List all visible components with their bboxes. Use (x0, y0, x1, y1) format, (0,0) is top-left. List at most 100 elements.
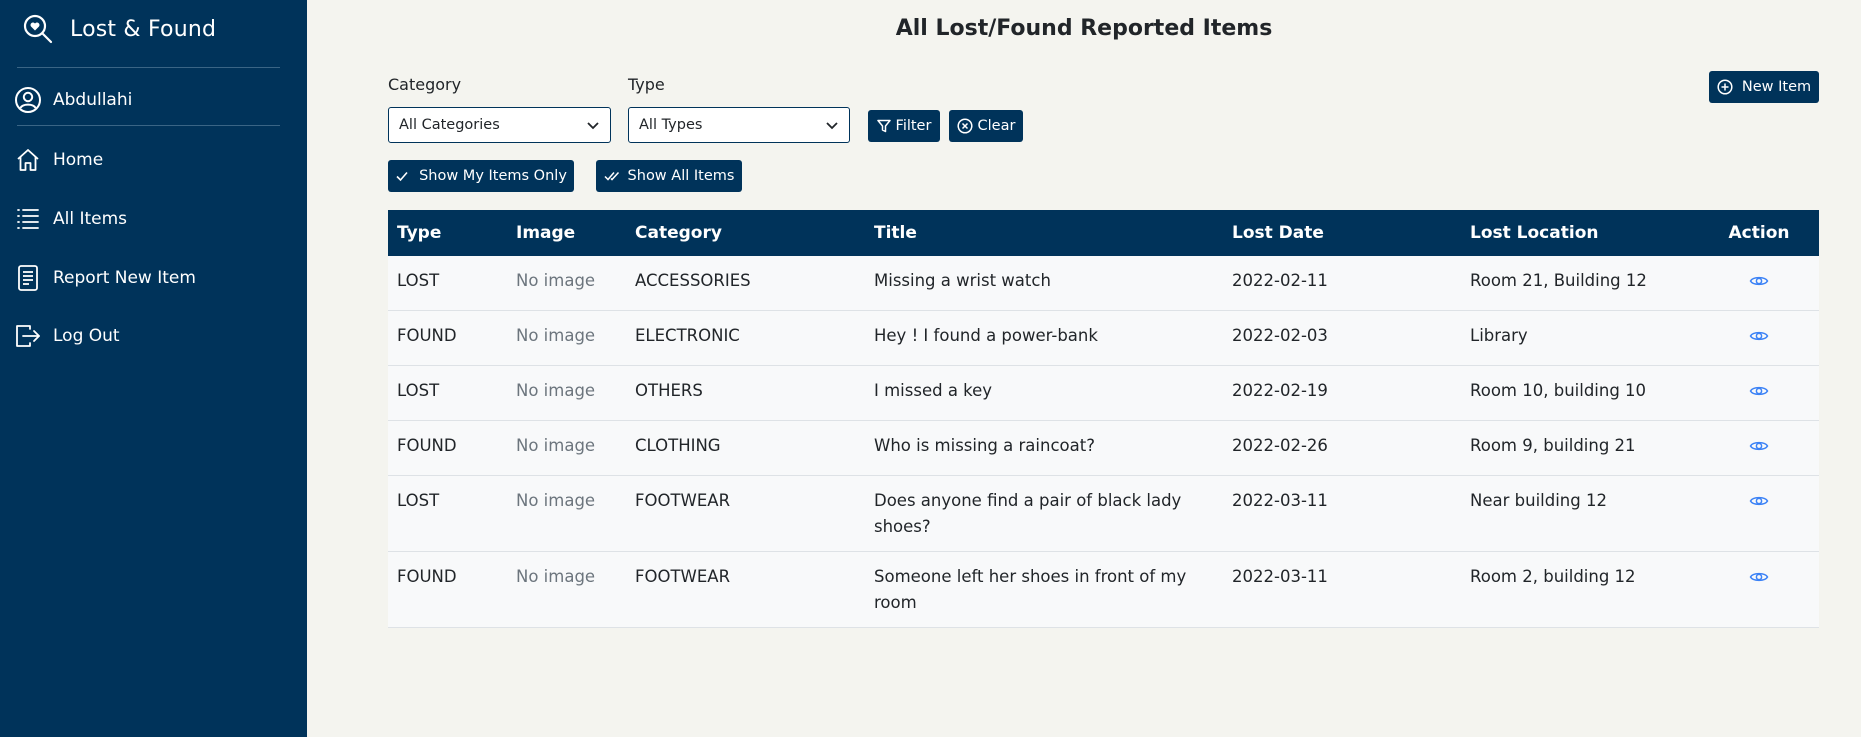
filter-button-label: Filter (895, 118, 932, 134)
sidebar-item-label: Home (53, 150, 104, 170)
cell-action (1699, 311, 1819, 366)
page-title: All Lost/Found Reported Items (895, 16, 1273, 41)
cell-action (1699, 421, 1819, 476)
cell-category: ACCESSORIES (635, 271, 751, 290)
sidebar-item-label: All Items (53, 209, 128, 229)
new-item-button-label: New Item (1741, 79, 1812, 95)
column-header-category: Category (635, 223, 722, 243)
cell-lost-date: 2022-02-03 (1232, 326, 1328, 345)
app-title: Lost & Found (70, 16, 217, 42)
cell-title: Someone left her shoes in front of my ro… (874, 567, 1187, 612)
list-icon (14, 205, 42, 233)
sidebar-item-label: Log Out (53, 326, 120, 346)
clear-button[interactable]: Clear (949, 110, 1023, 142)
sidebar-user[interactable]: Abdullahi (14, 84, 132, 116)
cell-type: LOST (397, 491, 440, 510)
cell-lost-date: 2022-03-11 (1232, 567, 1328, 586)
cell-action (1699, 476, 1819, 552)
check-icon (396, 171, 408, 182)
cell-category: FOOTWEAR (635, 491, 731, 510)
table-row: LOST No image OTHERS I missed a key 2022… (388, 365, 1819, 421)
clear-button-label: Clear (977, 118, 1016, 134)
cell-lost-location: Library (1470, 326, 1528, 345)
cell-type: FOUND (397, 436, 457, 455)
sidebar-item-all-items[interactable]: All Items (14, 203, 127, 235)
view-eye-icon[interactable] (1749, 381, 1769, 401)
column-header-lost-date: Lost Date (1232, 223, 1324, 243)
view-eye-icon[interactable] (1749, 567, 1769, 587)
view-eye-icon[interactable] (1749, 436, 1769, 456)
user-circle-icon (14, 86, 42, 114)
view-eye-icon[interactable] (1749, 491, 1769, 511)
home-icon (14, 146, 42, 174)
cell-lost-date: 2022-02-19 (1232, 381, 1328, 400)
user-name: Abdullahi (53, 90, 133, 110)
search-heart-icon (23, 14, 53, 44)
sidebar-divider (17, 125, 280, 126)
column-header-title: Title (874, 223, 917, 243)
close-circle-icon (956, 118, 973, 134)
type-label: Type (628, 75, 665, 94)
column-header-image: Image (516, 223, 576, 243)
filter-button[interactable]: Filter (868, 110, 940, 142)
cell-category: ELECTRONIC (635, 326, 740, 345)
cell-type: FOUND (397, 567, 457, 586)
items-table: Type Image Category Title Lost Date Lost… (388, 210, 1819, 628)
cell-image: No image (516, 326, 596, 345)
sidebar-item-label: Report New Item (53, 268, 196, 288)
document-icon (14, 264, 42, 292)
cell-type: FOUND (397, 326, 457, 345)
cell-lost-location: Room 10, building 10 (1470, 381, 1647, 400)
cell-title: Hey ! I found a power-bank (874, 326, 1098, 345)
type-select-value: All Types (639, 117, 703, 133)
show-all-items-label: Show All Items (627, 168, 735, 184)
sidebar-item-home[interactable]: Home (14, 144, 103, 176)
cell-lost-location: Room 2, building 12 (1470, 567, 1636, 586)
cell-lost-location: Room 21, Building 12 (1470, 271, 1647, 290)
cell-lost-location: Room 9, building 21 (1470, 436, 1636, 455)
cell-action (1699, 256, 1819, 311)
cell-lost-date: 2022-02-26 (1232, 436, 1328, 455)
view-eye-icon[interactable] (1749, 326, 1769, 346)
sidebar-divider (17, 67, 280, 68)
cell-title: Who is missing a raincoat? (874, 436, 1095, 455)
table-header-row: Type Image Category Title Lost Date Lost… (388, 210, 1819, 256)
cell-lost-date: 2022-03-11 (1232, 491, 1328, 510)
cell-category: FOOTWEAR (635, 567, 731, 586)
cell-image: No image (516, 436, 596, 455)
cell-action (1699, 552, 1819, 628)
table-row: FOUND No image CLOTHING Who is missing a… (388, 420, 1819, 476)
new-item-button[interactable]: New Item (1709, 71, 1819, 103)
category-label: Category (388, 75, 462, 94)
cell-title: Missing a wrist watch (874, 271, 1051, 290)
show-all-items-button[interactable]: Show All Items (596, 160, 742, 192)
cell-title: Does anyone find a pair of black lady sh… (874, 491, 1182, 536)
cell-image: No image (516, 491, 596, 510)
cell-type: LOST (397, 271, 440, 290)
cell-lost-date: 2022-02-11 (1232, 271, 1328, 290)
plus-circle-icon (1717, 79, 1733, 95)
cell-title: I missed a key (874, 381, 993, 400)
funnel-icon (876, 119, 891, 133)
cell-type: LOST (397, 381, 440, 400)
cell-category: CLOTHING (635, 436, 721, 455)
category-select[interactable]: All Categories (388, 107, 611, 143)
column-header-action: Action (1728, 223, 1790, 243)
sidebar-item-log-out[interactable]: Log Out (14, 320, 120, 352)
show-my-items-label: Show My Items Only (419, 168, 567, 184)
table-row: LOST No image ACCESSORIES Missing a wris… (388, 256, 1819, 311)
show-my-items-button[interactable]: Show My Items Only (388, 160, 574, 192)
type-select[interactable]: All Types (628, 107, 850, 143)
table-row: LOST No image FOOTWEAR Does anyone find … (388, 475, 1819, 552)
view-eye-icon[interactable] (1749, 271, 1769, 291)
sidebar-item-report-new-item[interactable]: Report New Item (14, 262, 196, 294)
table-row: FOUND No image FOOTWEAR Someone left her… (388, 551, 1819, 628)
main-content: All Lost/Found Reported Items Category A… (307, 0, 1861, 737)
chevron-down-icon (587, 122, 599, 130)
brand[interactable]: Lost & Found (22, 12, 216, 46)
cell-action (1699, 366, 1819, 421)
column-header-lost-location: Lost Location (1470, 223, 1599, 243)
table-row: FOUND No image ELECTRONIC Hey ! I found … (388, 310, 1819, 366)
column-header-type: Type (397, 223, 442, 243)
cell-category: OTHERS (635, 381, 703, 400)
